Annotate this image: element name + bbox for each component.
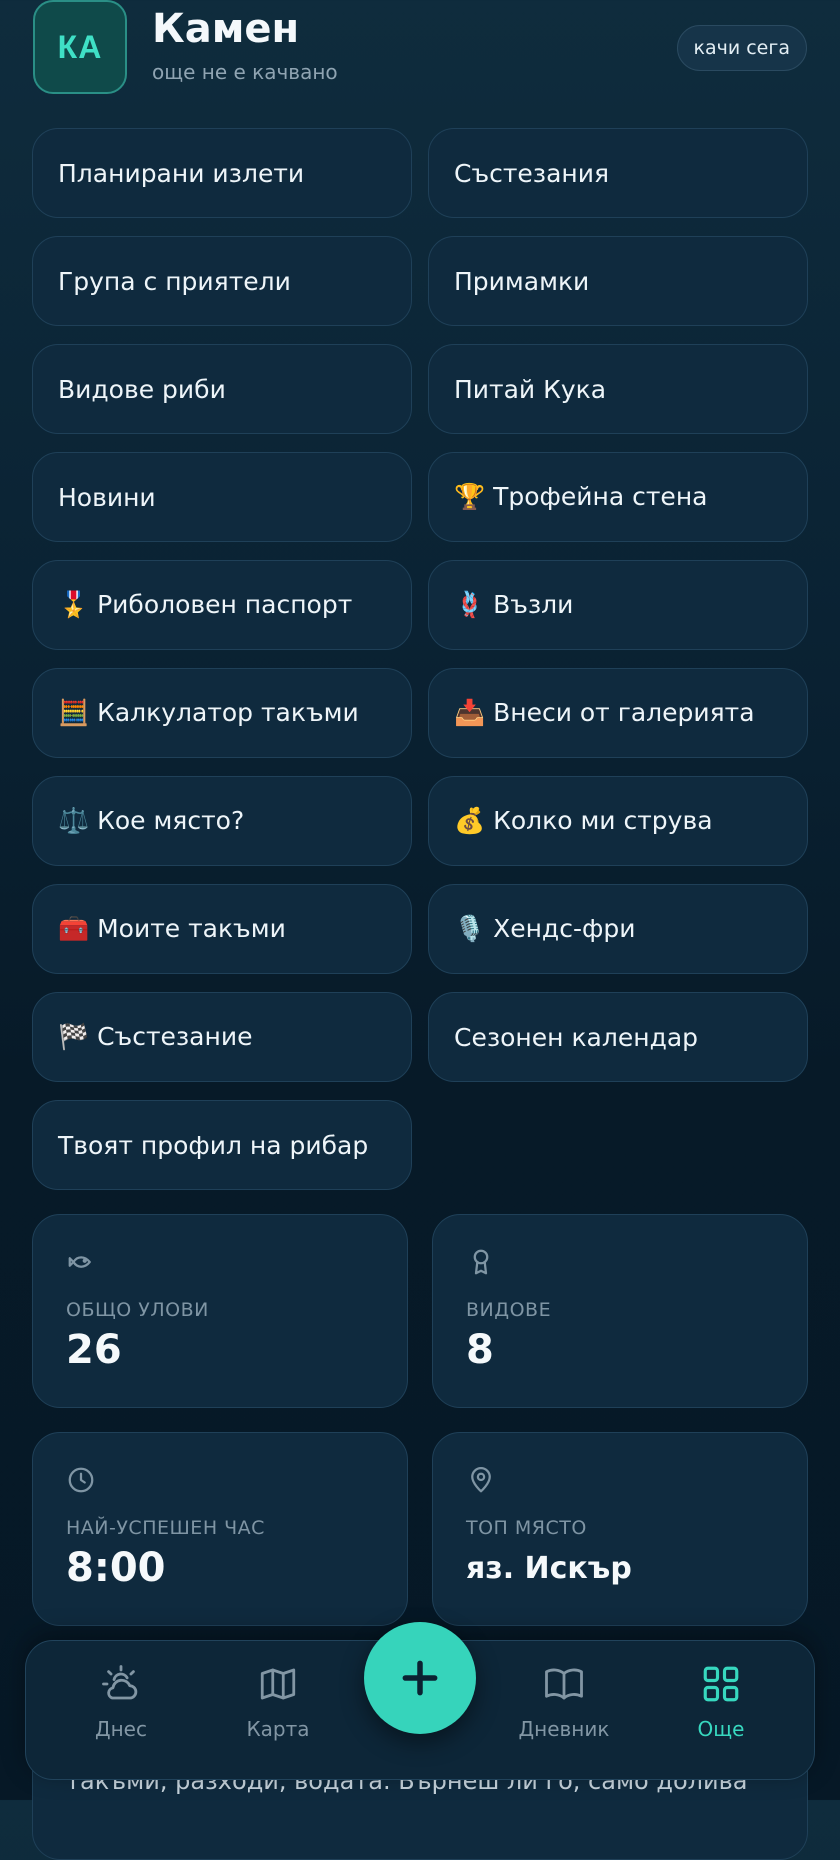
- avatar[interactable]: КА: [33, 0, 127, 94]
- award-icon: [473, 1249, 489, 1275]
- feature-menu: Планирани излети Състезания Група с прия…: [32, 128, 808, 1190]
- profile-header: КА Камен още не е качвано качи сега: [33, 0, 807, 96]
- map-pin-icon: [471, 1467, 491, 1493]
- clock-icon: [68, 1467, 94, 1493]
- nav-label: Дневник: [518, 1717, 610, 1741]
- menu-hands-free[interactable]: 🎙️ Хендс-фри: [428, 884, 808, 974]
- stat-label: ОБЩО УЛОВИ: [66, 1299, 209, 1321]
- weather-icon: [102, 1665, 138, 1700]
- menu-fishing-passport[interactable]: 🎖️ Риболовен паспорт: [32, 560, 412, 650]
- menu-tackle-calculator[interactable]: 🧮 Калкулатор такъми: [32, 668, 412, 758]
- nav-label: Карта: [246, 1717, 310, 1741]
- stat-best-hour: НАЙ-УСПЕШЕН ЧАС 8:00: [32, 1432, 408, 1626]
- menu-angler-profile[interactable]: Твоят профил на рибар: [32, 1100, 412, 1190]
- plus-icon: [402, 1660, 438, 1696]
- nav-journal[interactable]: Дневник: [504, 1663, 624, 1741]
- menu-planned-trips[interactable]: Планирани излети: [32, 128, 412, 218]
- nav-more[interactable]: Още: [661, 1663, 781, 1741]
- stat-top-spot: ТОП МЯСТО яз. Искър: [432, 1432, 808, 1626]
- menu-trophy-wall[interactable]: 🏆 Трофейна стена: [428, 452, 808, 542]
- stat-total-catches: ОБЩО УЛОВИ 26: [32, 1214, 408, 1408]
- menu-my-tackle[interactable]: 🧰 Моите такъми: [32, 884, 412, 974]
- menu-season-calendar[interactable]: Сезонен календар: [428, 992, 808, 1082]
- stat-value: 8: [466, 1327, 494, 1373]
- grid-icon: [703, 1666, 739, 1702]
- nav-map[interactable]: Карта: [218, 1663, 338, 1741]
- map-icon: [260, 1668, 296, 1700]
- stat-value: 8:00: [66, 1545, 166, 1591]
- stat-label: ВИДОВЕ: [466, 1299, 552, 1321]
- menu-news[interactable]: Новини: [32, 452, 412, 542]
- menu-lures[interactable]: Примамки: [428, 236, 808, 326]
- menu-competitions[interactable]: Състезания: [428, 128, 808, 218]
- upload-status: още не е качвано: [152, 60, 338, 84]
- stat-label: ТОП МЯСТО: [466, 1517, 587, 1539]
- add-catch-button[interactable]: [364, 1622, 476, 1734]
- nav-today[interactable]: Днес: [61, 1663, 181, 1741]
- stat-label: НАЙ-УСПЕШЕН ЧАС: [66, 1517, 265, 1539]
- nav-label: Днес: [94, 1717, 147, 1741]
- menu-competition[interactable]: 🏁 Състезание: [32, 992, 412, 1082]
- nav-label: Още: [697, 1717, 745, 1741]
- menu-ask-kuka[interactable]: Питай Кука: [428, 344, 808, 434]
- menu-knots[interactable]: 🪢 Възли: [428, 560, 808, 650]
- stat-value: 26: [66, 1327, 122, 1373]
- fish-icon: [68, 1256, 91, 1268]
- menu-which-spot[interactable]: ⚖️ Кое място?: [32, 776, 412, 866]
- upload-now-button[interactable]: качи сега: [676, 25, 807, 71]
- stat-species: ВИДОВЕ 8: [432, 1214, 808, 1408]
- stat-value: яз. Искър: [466, 1551, 632, 1586]
- menu-friends-group[interactable]: Група с приятели: [32, 236, 412, 326]
- menu-import-gallery[interactable]: 📥 Внеси от галерията: [428, 668, 808, 758]
- menu-cost[interactable]: 💰 Колко ми струва: [428, 776, 808, 866]
- user-name: Камен: [152, 6, 300, 52]
- book-icon: [545, 1668, 583, 1700]
- menu-fish-species[interactable]: Видове риби: [32, 344, 412, 434]
